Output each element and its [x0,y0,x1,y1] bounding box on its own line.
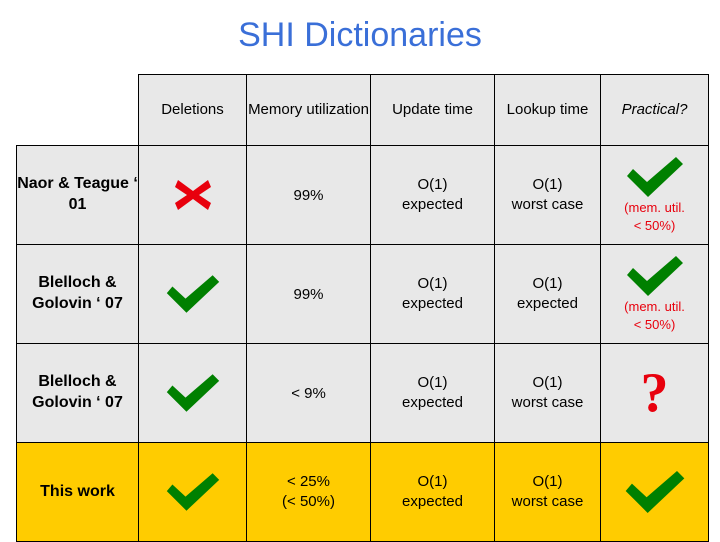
row-memory-cell: 99% [246,244,371,344]
row-memory-cell: 99% [246,145,371,245]
update-line2: expected [402,394,463,411]
row-update-cell: O(1) expected [370,442,495,542]
memory-line2: (< 50%) [282,493,335,510]
update-line1: O(1) [417,274,448,292]
row-memory-cell: < 25% (< 50%) [246,442,371,542]
header-lookup-time: Lookup time [494,74,601,146]
update-line2: expected [402,295,463,312]
row-update-cell: O(1) expected [370,244,495,344]
header-memory-utilization: Memory utilization [246,74,371,146]
check-icon [139,443,246,541]
row-deletions-cell [138,145,247,245]
check-icon [139,344,246,442]
row-lookup-cell: O(1) worst case [494,442,601,542]
update-line2: expected [402,196,463,213]
practical-note-line1: (mem. util. [624,200,685,216]
row-practical-cell: (mem. util. < 50%) [600,145,709,245]
lookup-line1: O(1) [532,274,563,292]
table-row: Blelloch & Golovin ‘ 07 < 9% O(1) expect… [16,343,709,443]
row-lookup-cell: O(1) worst case [494,343,601,443]
row-deletions-cell [138,244,247,344]
row-memory-cell: < 9% [246,343,371,443]
row-update-cell: O(1) expected [370,145,495,245]
lookup-line1: O(1) [532,472,563,490]
header-corner [16,74,139,146]
row-deletions-cell [138,442,247,542]
header-deletions: Deletions [138,74,247,146]
comparison-table: Deletions Memory utilization Update time… [16,74,709,542]
check-icon [624,156,686,198]
page-title: SHI Dictionaries [238,16,482,54]
lookup-line2: worst case [511,196,584,213]
header-update-time: Update time [370,74,495,146]
table-row: Naor & Teague ‘ 01 99% O(1) expected O(1… [16,145,709,245]
update-line1: O(1) [417,472,448,490]
row-label: Blelloch & Golovin ‘ 07 [16,343,139,443]
practical-note-line1: (mem. util. [624,299,685,315]
update-line1: O(1) [417,175,448,193]
check-icon [624,255,686,297]
row-update-cell: O(1) expected [370,343,495,443]
check-icon [601,443,708,541]
row-practical-cell [600,442,709,542]
row-label: Blelloch & Golovin ‘ 07 [16,244,139,344]
table-header-row: Deletions Memory utilization Update time… [16,74,709,146]
check-icon [139,245,246,343]
update-line1: O(1) [417,373,448,391]
row-lookup-cell: O(1) worst case [494,145,601,245]
update-line2: expected [402,493,463,510]
row-label: Naor & Teague ‘ 01 [16,145,139,245]
question-mark-icon: ? [640,362,669,424]
practical-note-line2: < 50%) [633,218,676,233]
row-deletions-cell [138,343,247,443]
row-label: This work [16,442,139,542]
lookup-line2: expected [517,295,578,312]
row-lookup-cell: O(1) expected [494,244,601,344]
row-practical-cell: (mem. util. < 50%) [600,244,709,344]
table-row: Blelloch & Golovin ‘ 07 99% O(1) expecte… [16,244,709,344]
cross-icon [139,146,246,244]
practical-note-line2: < 50%) [633,317,676,332]
memory-line1: < 25% [287,472,330,490]
lookup-line2: worst case [511,394,584,411]
header-practical: Practical? [600,74,709,146]
lookup-line2: worst case [511,493,584,510]
lookup-line1: O(1) [532,175,563,193]
row-practical-cell: ? [600,343,709,443]
table-row: This work < 25% (< 50%) O(1) expected O(… [16,442,709,542]
lookup-line1: O(1) [532,373,563,391]
slide: SHI Dictionaries Deletions Memory utiliz… [0,0,720,542]
